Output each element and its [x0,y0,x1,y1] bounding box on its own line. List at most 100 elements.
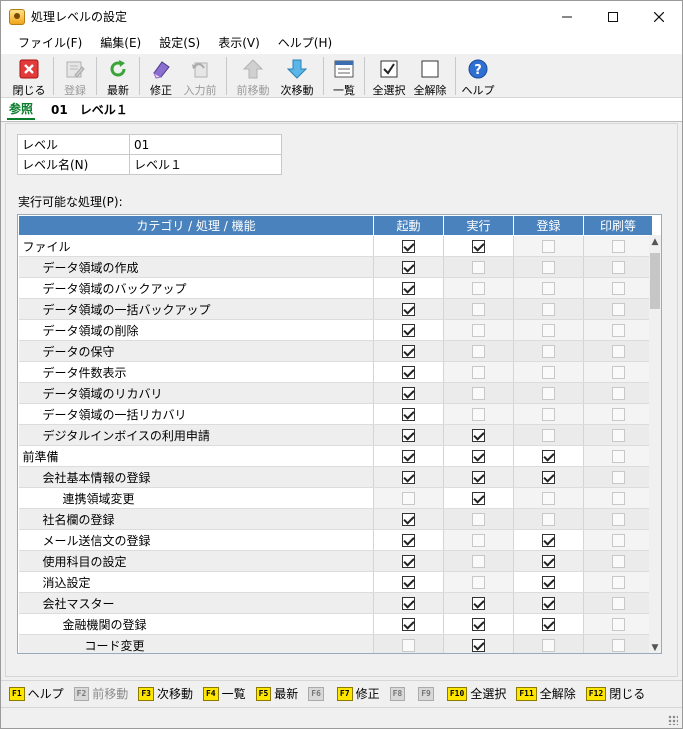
fkey-f2[interactable]: F2 前移動 [73,685,128,702]
cell-print [583,424,653,446]
table-row[interactable]: 会社マスター [18,592,653,614]
checkbox-launch[interactable] [402,576,415,589]
checkbox-launch[interactable] [402,450,415,463]
table-row[interactable]: 金融機関の登録 [18,613,653,635]
checkbox-launch[interactable] [402,240,415,253]
undo-button[interactable]: 入力前 [178,54,222,98]
menu-help[interactable]: ヘルプ(H) [269,32,341,54]
maximize-button[interactable] [590,1,636,32]
column-header-print[interactable]: 印刷等 [583,215,653,236]
table-row[interactable]: 使用科目の設定 [18,550,653,572]
table-row[interactable]: メール送信文の登録 [18,529,653,551]
checkbox-launch[interactable] [402,387,415,400]
checkbox-launch[interactable] [402,324,415,337]
table-row[interactable]: データ領域の作成 [18,256,653,278]
checkbox-launch[interactable] [402,282,415,295]
table-row[interactable]: デジタルインボイスの利用申請 [18,424,653,446]
checkbox-register[interactable] [542,597,555,610]
next-button[interactable]: 次移動 [275,54,319,98]
table-row[interactable]: データ領域の一括バックアップ [18,298,653,320]
checkbox-execute[interactable] [472,492,485,505]
table-row[interactable]: データ領域のバックアップ [18,277,653,299]
table-row[interactable]: ファイル [18,235,653,257]
scroll-down-icon[interactable]: ▼ [649,641,661,653]
table-row[interactable]: データ領域の削除 [18,319,653,341]
table-row[interactable]: 会社基本情報の登録 [18,466,653,488]
close-window-button[interactable] [636,1,682,32]
checkbox-register[interactable] [542,471,555,484]
fkey-f6[interactable]: F6 [308,686,327,701]
table-row[interactable]: 連携領域変更 [18,487,653,509]
list-button[interactable]: 一覧 [328,54,360,98]
checkbox-execute[interactable] [472,240,485,253]
table-row[interactable]: 前準備 [18,445,653,467]
checkbox-launch[interactable] [402,261,415,274]
minimize-button[interactable] [544,1,590,32]
help-button[interactable]: ? ヘルプ [460,54,496,98]
fkey-f10[interactable]: F10 全選択 [446,685,506,702]
checkbox-launch[interactable] [402,534,415,547]
table-row[interactable]: 社名欄の登録 [18,508,653,530]
checkbox-execute[interactable] [472,597,485,610]
checkbox-launch[interactable] [402,513,415,526]
select-all-button[interactable]: 全選択 [369,54,409,98]
checkbox-launch[interactable] [402,345,415,358]
column-header-register[interactable]: 登録 [513,215,584,236]
checkbox-execute[interactable] [472,471,485,484]
checkbox-launch[interactable] [402,618,415,631]
fkey-f8[interactable]: F8 [389,686,409,701]
checkbox-register[interactable] [542,450,555,463]
checkbox-register[interactable] [542,555,555,568]
checkbox-launch[interactable] [402,408,415,421]
fkey-f11[interactable]: F11 全解除 [516,685,576,702]
register-button[interactable]: 登録 [58,54,92,98]
deselect-all-button[interactable]: 全解除 [409,54,451,98]
fkey-f12[interactable]: F12 閉じる [585,685,645,702]
checkbox-register[interactable] [542,618,555,631]
menu-edit[interactable]: 編集(E) [91,32,150,54]
menu-file[interactable]: ファイル(F) [9,32,91,54]
scroll-up-icon[interactable]: ▲ [649,235,661,249]
refresh-button[interactable]: 最新 [101,54,135,98]
checkbox-execute[interactable] [472,429,485,442]
checkbox-launch[interactable] [402,303,415,316]
table-row[interactable]: データの保守 [18,340,653,362]
column-header-category[interactable]: カテゴリ / 処理 / 機能 [18,215,374,236]
resize-grip-icon[interactable] [668,715,678,725]
table-row[interactable]: 消込設定 [18,571,653,593]
menu-settings[interactable]: 設定(S) [150,32,209,54]
close-button[interactable]: 閉じる [9,54,49,98]
level-name-field[interactable]: レベル１ [129,154,282,175]
row-label: データの保守 [18,340,374,362]
fkey-f1[interactable]: F1 ヘルプ [9,685,64,702]
checkbox-execute[interactable] [472,450,485,463]
checkbox-register[interactable] [542,576,555,589]
table-row[interactable]: データ件数表示 [18,361,653,383]
tab-reference[interactable]: 参照 [7,100,36,120]
table-row[interactable]: コード変更 [18,634,653,653]
vertical-scrollbar[interactable]: ▲ ▼ [649,235,661,653]
checkbox-launch[interactable] [402,597,415,610]
checkbox-launch[interactable] [402,471,415,484]
checkbox-launch[interactable] [402,429,415,442]
fkey-f5[interactable]: F5 最新 [255,685,298,702]
edit-button[interactable]: 修正 [144,54,178,98]
checkbox-execute[interactable] [472,618,485,631]
table-row[interactable]: データ領域の一括リカバリ [18,403,653,425]
fkey-label: 全解除 [539,687,576,701]
previous-button[interactable]: 前移動 [231,54,275,98]
table-row[interactable]: データ領域のリカバリ [18,382,653,404]
checkbox-print [611,597,625,610]
menu-view[interactable]: 表示(V) [209,32,269,54]
fkey-f4[interactable]: F4 一覧 [202,685,246,702]
column-header-execute[interactable]: 実行 [443,215,514,236]
checkbox-register[interactable] [542,534,555,547]
fkey-f3[interactable]: F3 次移動 [138,685,193,702]
checkbox-launch[interactable] [402,555,415,568]
fkey-f9[interactable]: F9 [418,686,437,701]
fkey-f7[interactable]: F7 修正 [336,685,380,702]
scroll-thumb[interactable] [650,253,660,309]
checkbox-execute[interactable] [472,639,485,652]
checkbox-launch[interactable] [402,366,415,379]
column-header-launch[interactable]: 起動 [373,215,444,236]
